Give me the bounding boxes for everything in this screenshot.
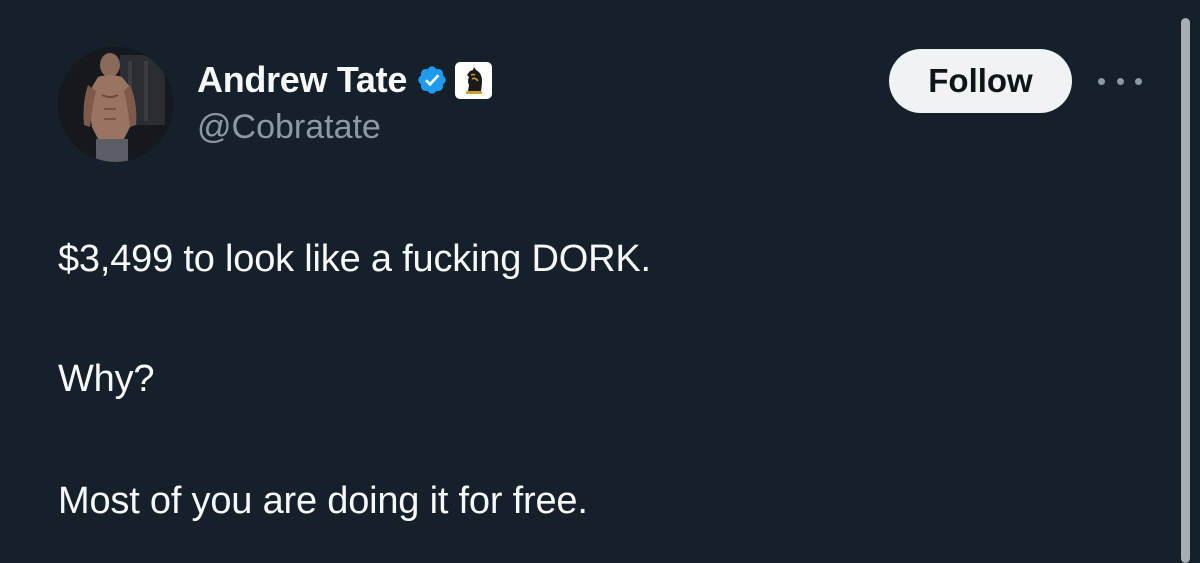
chess-knight-icon[interactable]	[455, 61, 493, 99]
tweet-text-line: $3,499 to look like a fucking DORK.	[58, 238, 651, 280]
more-dot	[1135, 77, 1142, 85]
verified-badge-icon[interactable]	[416, 64, 448, 96]
tweet-text-line: Most of you are doing it for free.	[58, 480, 588, 522]
author-display-name[interactable]: Andrew Tate	[197, 59, 407, 101]
avatar-photo	[58, 47, 173, 162]
more-options-icon[interactable]	[1098, 71, 1142, 91]
more-dot	[1116, 77, 1124, 85]
tweet-card: Andrew Tate @Cobratate Follow $3,499 to …	[0, 0, 1200, 563]
scrollbar-thumb[interactable]	[1181, 18, 1190, 563]
author-name-row: Andrew Tate	[197, 58, 493, 102]
author-avatar[interactable]	[58, 47, 173, 162]
follow-button[interactable]: Follow	[889, 49, 1072, 113]
author-handle[interactable]: @Cobratate	[197, 108, 381, 147]
tweet-text-line: Why?	[58, 358, 155, 400]
more-dot	[1098, 77, 1105, 85]
